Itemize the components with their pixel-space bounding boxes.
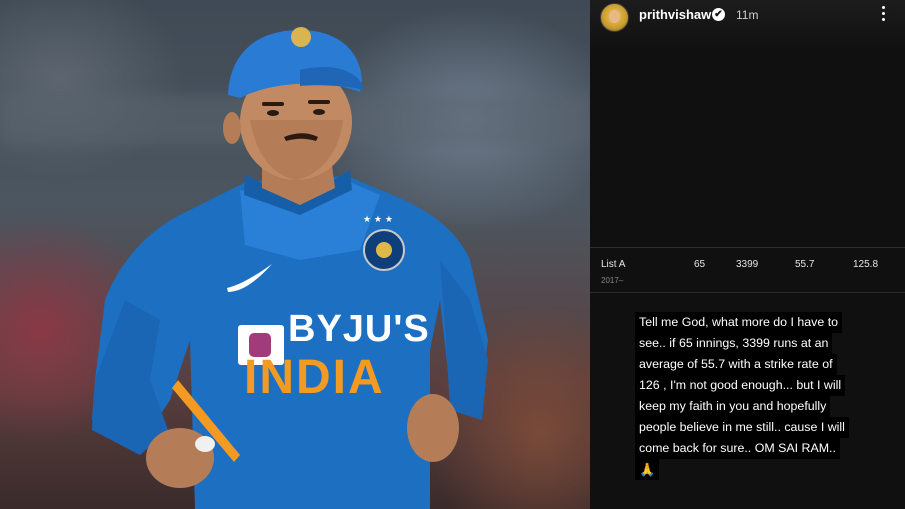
caption-line: 126 , I'm not good enough... but I will	[635, 375, 846, 396]
story-panel: prithvishaw ✔ 11m List A 65 3399 55.7 12…	[590, 0, 905, 509]
jersey-team: INDIA	[244, 351, 385, 404]
jersey-sponsor: BYJU'S	[288, 308, 430, 350]
stats-divider-bottom	[590, 292, 905, 293]
stats-row: List A 65 3399 55.7 125.8	[590, 256, 905, 276]
folded-hands-icon: 🙏	[635, 459, 660, 480]
stats-runs: 3399	[736, 259, 759, 270]
caption-line: keep my faith in you and hopefully	[635, 396, 831, 417]
more-options-icon[interactable]	[877, 6, 889, 24]
post-time: 11m	[736, 8, 759, 22]
verified-icon: ✔	[712, 8, 725, 21]
stats-average: 55.7	[795, 259, 815, 270]
stats-label: List A	[601, 259, 626, 270]
stats-innings: 65	[694, 259, 706, 270]
caption-line: Tell me God, what more do I have to	[635, 312, 843, 333]
player-figure: ★ ★ ★	[92, 27, 488, 509]
username[interactable]: prithvishaw	[639, 7, 711, 22]
stats-years: 2017–	[601, 276, 624, 285]
caption-line: people believe in me still.. cause I wil…	[635, 417, 849, 438]
svg-text:★ ★ ★: ★ ★ ★	[363, 215, 393, 225]
caption-line: average of 55.7 with a strike rate of	[635, 354, 837, 375]
avatar[interactable]	[600, 3, 629, 32]
story-caption: Tell me God, what more do I have to see.…	[635, 312, 905, 481]
stats-divider-top	[590, 247, 905, 248]
caption-line: come back for sure.. OM SAI RAM..	[635, 438, 840, 459]
caption-line: see.. if 65 innings, 3399 runs at an	[635, 333, 833, 354]
stats-strike-rate: 125.8	[853, 259, 879, 270]
player-photo: ★ ★ ★ BYJU'S INDIA	[0, 0, 590, 509]
